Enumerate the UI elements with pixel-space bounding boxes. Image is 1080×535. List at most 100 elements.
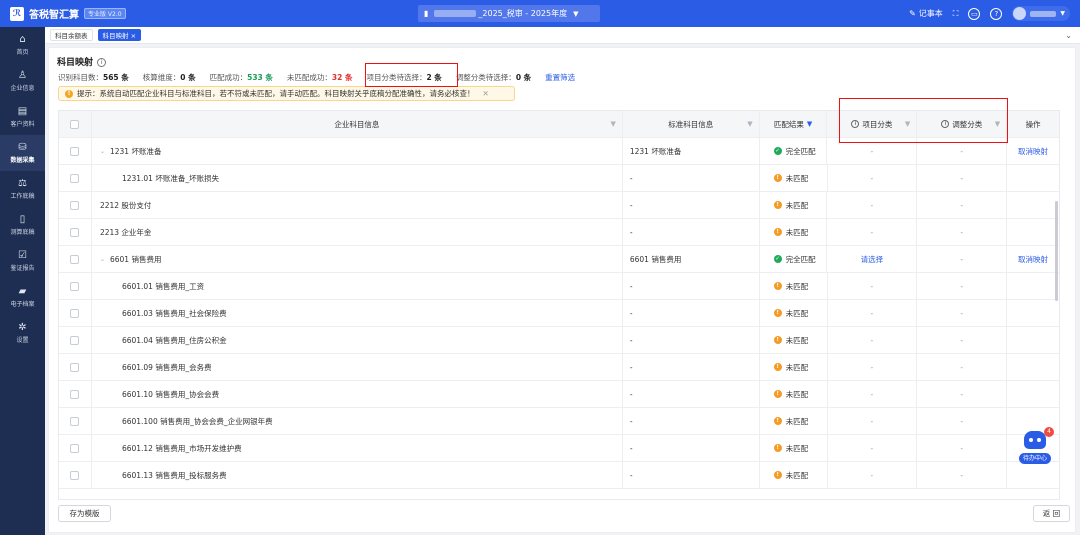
check-circle-icon: ✓	[773, 147, 782, 155]
fullscreen-icon[interactable]: ⛶	[953, 9, 959, 19]
col-header-ops: 操作	[1025, 119, 1041, 129]
stat-label: 核算维度：	[142, 73, 181, 82]
tab-account-mapping[interactable]: 科目映射 ×	[97, 29, 142, 41]
chevron-down-icon[interactable]: ⌄	[1065, 31, 1072, 40]
warning-circle-icon: !	[773, 363, 782, 371]
row-checkbox[interactable]	[70, 281, 80, 291]
table-row[interactable]: 2213 企业年金 -! 未匹配 - -	[59, 219, 1059, 246]
sidebar-item-settings[interactable]: ✲ 设置	[0, 315, 45, 351]
adjust-category: -	[960, 308, 964, 318]
table-row[interactable]: 6601.01 销售费用_工资 -! 未匹配 - -	[59, 273, 1059, 300]
cancel-mapping-link[interactable]: 取消映射	[1018, 254, 1048, 265]
database-icon: ⛁	[18, 142, 27, 153]
document-icon: ▮	[424, 9, 429, 18]
standard-account: -	[629, 227, 633, 237]
match-status: 未匹配	[785, 443, 809, 453]
warning-circle-icon: !	[773, 336, 782, 344]
sidebar-item-home[interactable]: ⌂ 首页	[0, 27, 45, 63]
sidebar-item-label: 设置	[16, 337, 29, 344]
sidebar-item-working-papers[interactable]: ⚖ 工作底稿	[0, 171, 45, 207]
robot-icon	[1024, 431, 1046, 449]
home-icon: ⌂	[19, 34, 26, 45]
row-checkbox[interactable]	[70, 146, 80, 156]
match-status: 未匹配	[785, 389, 809, 399]
row-checkbox[interactable]	[70, 389, 80, 399]
match-status: 未匹配	[785, 200, 809, 210]
table-row[interactable]: 6601.12 销售费用_市场开发维护费 -! 未匹配 - -	[59, 435, 1059, 462]
reset-filter-link[interactable]: 重置筛选	[545, 72, 575, 83]
table-row[interactable]: 6601.03 销售费用_社会保险费 -! 未匹配 - -	[59, 300, 1059, 327]
table-row[interactable]: 6601.09 销售费用_会务费 -! 未匹配 - -	[59, 354, 1059, 381]
table-row[interactable]: 2212 股份支付 -! 未匹配 - -	[59, 192, 1059, 219]
expand-caret-icon[interactable]: ⌄	[100, 256, 105, 263]
match-status: 未匹配	[785, 281, 809, 291]
expand-caret-icon[interactable]: ⌄	[100, 148, 105, 155]
todo-center-label: 待办中心	[1019, 453, 1051, 464]
table-row[interactable]: ⌄ 6601 销售费用 6601 销售费用 ✓ 完全匹配 请选择 - 取消映射	[59, 246, 1059, 273]
enterprise-account: 6601 销售费用	[109, 254, 162, 264]
notification-badge: 4	[1044, 427, 1054, 437]
logo-icon: ℛ	[10, 6, 24, 21]
enterprise-account: 6601.100 销售费用_协会会费_企业网银年费	[121, 416, 273, 426]
close-icon[interactable]: ✕	[483, 89, 489, 98]
notes-button[interactable]: ✎ 记事本	[909, 8, 943, 19]
table-row[interactable]: 6601.04 销售费用_住房公积金 -! 未匹配 - -	[59, 327, 1059, 354]
table-row[interactable]: 6601.10 销售费用_协会会费 -! 未匹配 - -	[59, 381, 1059, 408]
enterprise-account: 6601.12 销售费用_市场开发维护费	[121, 443, 242, 453]
project-category[interactable]: 请选择	[861, 254, 884, 265]
page-title: 科目映射 i	[57, 55, 107, 68]
enterprise-account: 2212 股份支付	[99, 200, 152, 210]
row-checkbox[interactable]	[70, 173, 80, 183]
info-icon[interactable]: i	[97, 58, 107, 67]
row-checkbox[interactable]	[70, 443, 80, 453]
row-checkbox[interactable]	[70, 416, 80, 426]
col-header-standard: 标准科目信息	[668, 119, 714, 129]
filter-icon[interactable]: ▼	[747, 120, 752, 128]
row-checkbox[interactable]	[70, 362, 80, 372]
top-bar: ℛ 答税智汇算 专业版 V2.0 ▮ _2025_税审 - 2025年度 ▼ ✎…	[0, 0, 1080, 27]
sidebar-item-label: 工作底稿	[10, 193, 35, 200]
standard-account: 6601 销售费用	[629, 254, 682, 264]
project-category: -	[870, 146, 874, 156]
row-checkbox[interactable]	[70, 200, 80, 210]
sidebar-item-client-data[interactable]: ▤ 客户资料	[0, 99, 45, 135]
tip-text: 提示：系统自动匹配企业科目与标准科目，若不符或未匹配，请手动匹配。科目映射关乎底…	[77, 89, 475, 98]
row-checkbox[interactable]	[70, 227, 80, 237]
sidebar-item-label: 测算底稿	[10, 229, 35, 236]
back-button[interactable]: 返 回	[1033, 505, 1070, 522]
sidebar-item-calc-papers[interactable]: ▯ 测算底稿	[0, 207, 45, 243]
user-menu[interactable]: ▼	[1012, 6, 1070, 21]
project-category: -	[870, 362, 874, 372]
table-row[interactable]: 1231.01 坏账准备_坏账损失 -! 未匹配 - -	[59, 165, 1059, 192]
sidebar-item-data-collection[interactable]: ⛁ 数据采集	[0, 135, 45, 171]
scrollbar[interactable]	[1055, 201, 1058, 301]
row-checkbox[interactable]	[70, 335, 80, 345]
table-row[interactable]: 6601.13 销售费用_投标服务费 -! 未匹配 - -	[59, 462, 1059, 489]
stat-value: 565 条	[103, 73, 129, 82]
standard-account: -	[629, 173, 633, 183]
sidebar-item-company-info[interactable]: ♙ 企业信息	[0, 63, 45, 99]
row-checkbox[interactable]	[70, 254, 80, 264]
document-selector[interactable]: ▮ _2025_税审 - 2025年度 ▼	[418, 5, 600, 22]
tab-balance-sheet[interactable]: 科目余额表	[50, 29, 93, 41]
warning-circle-icon: !	[773, 309, 782, 317]
logo-text: 答税智汇算	[29, 10, 79, 21]
filter-icon[interactable]: ▼	[807, 120, 812, 128]
cancel-mapping-link[interactable]: 取消映射	[1018, 146, 1048, 157]
warning-circle-icon: !	[773, 228, 782, 236]
sidebar-item-e-archive[interactable]: ▰ 电子档案	[0, 279, 45, 315]
row-checkbox[interactable]	[70, 308, 80, 318]
monitor-icon[interactable]: ▭	[968, 7, 981, 20]
adjust-category: -	[960, 416, 964, 426]
folder-icon: ▰	[18, 286, 27, 297]
sidebar-item-audit-report[interactable]: ☑ 鉴证报告	[0, 243, 45, 279]
todo-center-widget[interactable]: 4 待办中心	[1018, 427, 1054, 467]
select-all-checkbox[interactable]	[70, 119, 80, 129]
filter-icon[interactable]: ▼	[610, 120, 615, 128]
row-checkbox[interactable]	[70, 470, 80, 480]
logo[interactable]: ℛ 答税智汇算 专业版 V2.0	[0, 6, 200, 21]
table-row[interactable]: 6601.100 销售费用_协会会费_企业网银年费 -! 未匹配 - -	[59, 408, 1059, 435]
help-icon[interactable]: ?	[990, 7, 1003, 20]
save-template-button[interactable]: 存为模版	[58, 505, 111, 522]
stats-bar: 识别科目数：565 条 核算维度：0 条 匹配成功：533 条 未匹配成功：32…	[58, 72, 575, 83]
